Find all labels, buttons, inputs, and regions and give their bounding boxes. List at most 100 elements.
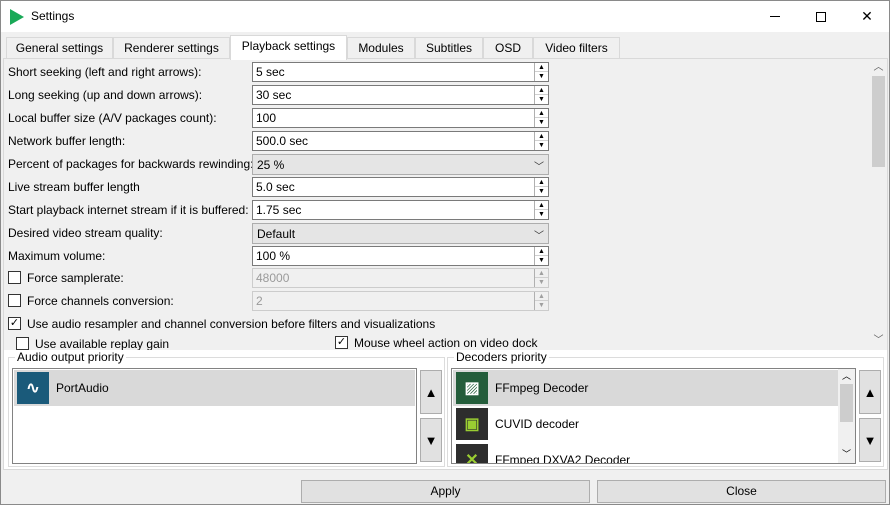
decoders-list[interactable]: ▨ FFmpeg Decoder ▣ CUVID decoder ✕ FFmpe… [451,368,856,464]
force-samplerate-value: 48000 [256,271,290,285]
portaudio-icon: ∿ [17,372,49,404]
spin-up-icon: ▲ [535,292,548,301]
list-item[interactable]: ▨ FFmpeg Decoder [453,370,838,406]
start-buffered-label: Start playback internet stream if it is … [8,203,249,217]
arrow-up-icon: ▲ [863,384,877,400]
minimize-button[interactable] [752,1,798,32]
list-item[interactable]: ▣ CUVID decoder [453,406,838,442]
arrow-down-icon: ▼ [424,432,438,448]
long-seek-value: 30 sec [256,88,292,102]
tab-playback-settings[interactable]: Playback settings [230,35,347,60]
spin-up-icon[interactable]: ▲ [535,109,548,118]
maximize-button[interactable] [798,1,844,32]
backwards-percent-combo[interactable]: 25 % ﹀ [252,154,549,175]
spin-down-icon[interactable]: ▼ [535,118,548,127]
apply-button[interactable]: Apply [301,480,590,503]
settings-scroll-area: Short seeking (left and right arrows): 5… [4,59,870,350]
max-volume-spinbox[interactable]: 100 % ▲ ▼ [252,246,549,266]
arrow-down-icon: ▼ [863,432,877,448]
list-item[interactable]: ✕ FFmpeg DXVA2 Decoder [453,442,838,464]
spin-down-icon[interactable]: ▼ [535,141,548,150]
settings-scrollbar[interactable]: ︿ ﹀ [870,59,887,350]
spin-up-icon[interactable]: ▲ [535,201,548,210]
decoders-title: Decoders priority [454,350,549,364]
list-item-label: FFmpeg DXVA2 Decoder [495,453,631,464]
spin-down-icon[interactable]: ▼ [535,95,548,104]
tab-general-settings[interactable]: General settings [6,37,113,59]
tab-osd[interactable]: OSD [483,37,533,59]
spin-up-icon[interactable]: ▲ [535,132,548,141]
mouse-wheel-row: ✓ Mouse wheel action on video dock [335,333,537,350]
close-window-button[interactable]: ✕ [844,1,889,32]
mouse-wheel-label: Mouse wheel action on video dock [354,336,538,350]
spin-up-icon[interactable]: ▲ [535,86,548,95]
start-buffered-value: 1.75 sec [256,203,302,217]
local-buffer-label: Local buffer size (A/V packages count): [8,111,217,125]
scroll-up-icon[interactable]: ︿ [838,369,855,384]
video-quality-label: Desired video stream quality: [8,226,163,240]
use-resampler-checkbox[interactable]: ✓ [8,317,21,331]
tab-video-filters[interactable]: Video filters [533,37,620,59]
window-title: Settings [31,9,75,23]
live-buffer-value: 5.0 sec [256,180,295,194]
audio-output-group: Audio output priority ∿ PortAudio ▲ ▼ [8,350,445,467]
tab-modules[interactable]: Modules [347,37,415,59]
live-buffer-spinbox[interactable]: 5.0 sec ▲ ▼ [252,177,549,197]
cuvid-icon: ▣ [456,408,488,440]
force-channels-row: Force channels conversion: [8,291,174,311]
spin-up-icon[interactable]: ▲ [535,247,548,256]
network-buffer-label: Network buffer length: [8,134,126,148]
spin-up-icon[interactable]: ▲ [535,63,548,72]
mouse-wheel-checkbox[interactable]: ✓ [335,336,348,350]
short-seek-value: 5 sec [256,65,285,79]
scroll-up-icon[interactable]: ︿ [870,59,887,76]
scroll-down-icon[interactable]: ﹀ [838,447,855,462]
dxva2-icon: ✕ [456,444,488,463]
move-down-button[interactable]: ▼ [859,418,881,462]
scroll-down-icon[interactable]: ﹀ [870,332,887,349]
decoders-scrollbar[interactable]: ︿ ﹀ [838,369,855,463]
move-up-button[interactable]: ▲ [420,370,442,414]
use-resampler-label: Use audio resampler and channel conversi… [27,317,436,331]
force-samplerate-checkbox[interactable] [8,271,21,285]
max-volume-label: Maximum volume: [8,249,106,263]
long-seek-spinbox[interactable]: 30 sec ▲ ▼ [252,85,549,105]
start-buffered-spinbox[interactable]: 1.75 sec ▲ ▼ [252,200,549,220]
list-item[interactable]: ∿ PortAudio [14,370,415,406]
arrow-up-icon: ▲ [424,384,438,400]
spin-down-icon[interactable]: ▼ [535,256,548,265]
chevron-down-icon: ﹀ [534,231,544,242]
short-seek-spinbox[interactable]: 5 sec ▲ ▼ [252,62,549,82]
chevron-down-icon: ﹀ [534,162,544,173]
scrollbar-thumb[interactable] [840,384,853,422]
scrollbar-thumb[interactable] [872,76,885,167]
tab-subtitles[interactable]: Subtitles [415,37,483,59]
spin-down-icon[interactable]: ▼ [535,210,548,219]
move-down-button[interactable]: ▼ [420,418,442,462]
spin-down-icon: ▼ [538,279,545,286]
spin-down-icon: ▼ [538,302,545,309]
audio-output-list[interactable]: ∿ PortAudio [12,368,417,464]
close-button[interactable]: Close [597,480,886,503]
replay-gain-checkbox[interactable] [16,337,29,350]
live-buffer-label: Live stream buffer length [8,180,140,194]
force-channels-spinbox: 2 ▲ ▼ [252,291,549,311]
network-buffer-spinbox[interactable]: 500.0 sec ▲ ▼ [252,131,549,151]
video-quality-combo[interactable]: Default ﹀ [252,223,549,244]
force-samplerate-spinbox: 48000 ▲ ▼ [252,268,549,288]
list-item-label: FFmpeg Decoder [495,381,589,395]
backwards-percent-label: Percent of packages for backwards rewind… [8,157,254,171]
force-channels-value: 2 [256,294,263,308]
spin-down-icon[interactable]: ▼ [535,72,548,81]
spin-up-icon[interactable]: ▲ [535,178,548,187]
move-up-button[interactable]: ▲ [859,370,881,414]
spin-down-icon[interactable]: ▼ [535,187,548,196]
local-buffer-value: 100 [256,111,277,125]
force-channels-checkbox[interactable] [8,294,21,308]
tab-renderer-settings[interactable]: Renderer settings [113,37,230,59]
ffmpeg-icon: ▨ [456,372,488,404]
audio-output-title: Audio output priority [15,350,126,364]
local-buffer-spinbox[interactable]: 100 ▲ ▼ [252,108,549,128]
short-seek-label: Short seeking (left and right arrows): [8,65,202,79]
decoders-group: Decoders priority ▨ FFmpeg Decoder ▣ CUV… [447,350,884,467]
